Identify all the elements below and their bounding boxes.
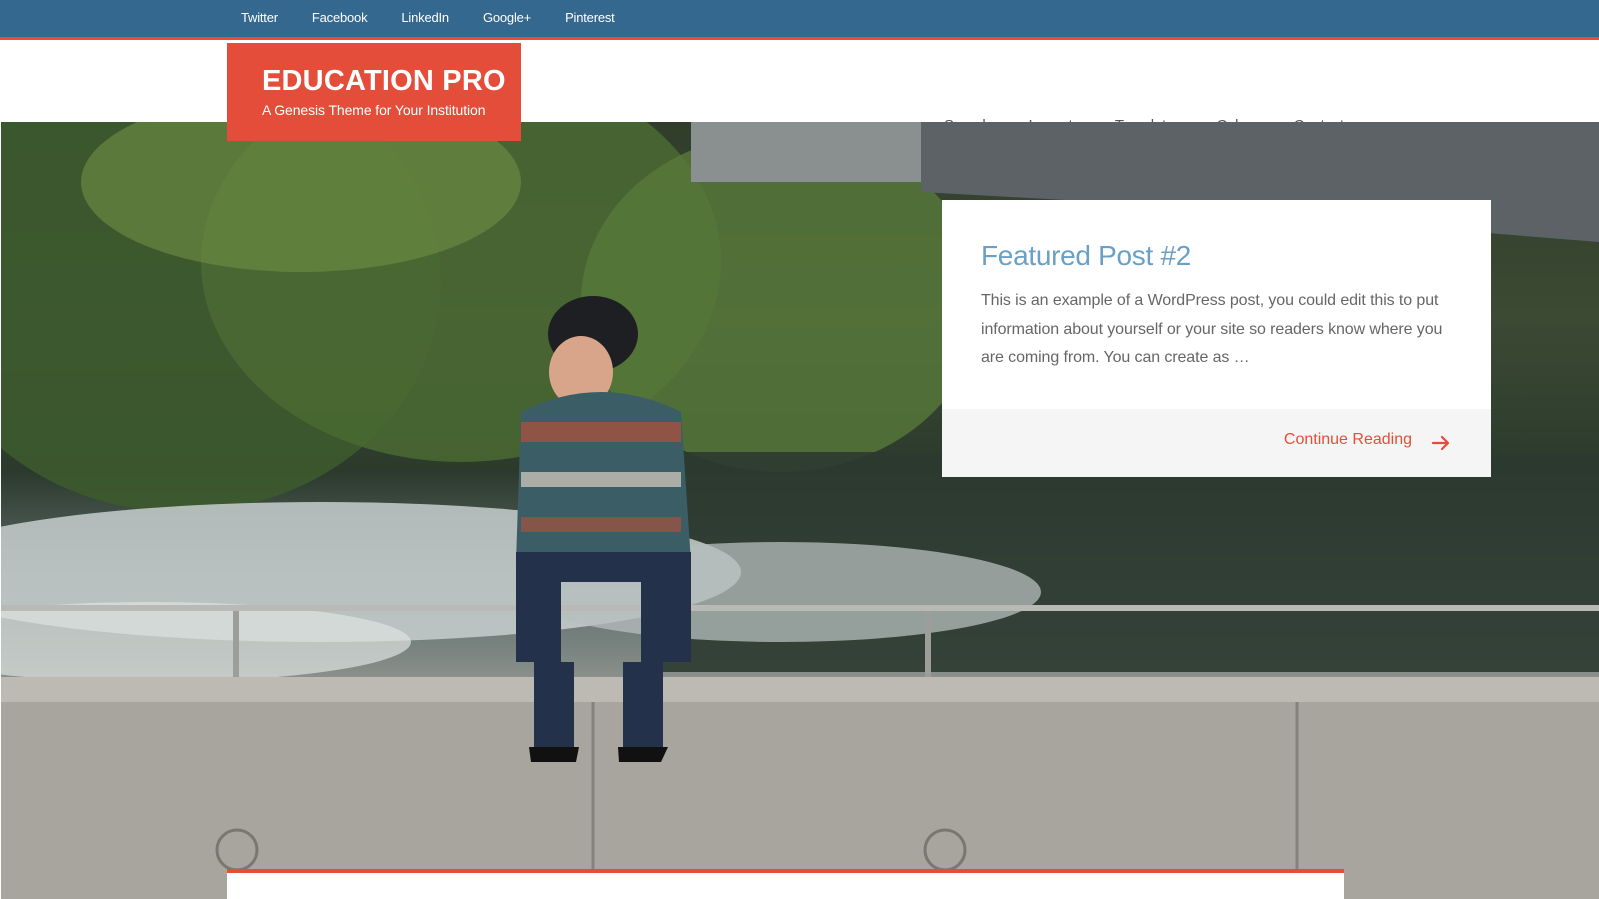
arrow-right-icon[interactable]: [1431, 433, 1451, 453]
social-link-linkedin[interactable]: LinkedIn: [401, 10, 449, 25]
social-link-facebook[interactable]: Facebook: [312, 10, 368, 25]
site-description: A Genesis Theme for Your Institution: [262, 102, 486, 118]
site-logo[interactable]: EDUCATION PRO A Genesis Theme for Your I…: [227, 43, 521, 141]
featured-post-card: Featured Post #2 This is an example of a…: [942, 200, 1491, 477]
site-title: EDUCATION PRO: [262, 65, 506, 97]
social-link-twitter[interactable]: Twitter: [241, 10, 278, 25]
featured-post-body: Featured Post #2 This is an example of a…: [942, 200, 1491, 409]
featured-post-footer: Continue Reading: [942, 409, 1491, 477]
content-area-top-edge: [227, 869, 1344, 899]
social-link-pinterest[interactable]: Pinterest: [565, 10, 615, 25]
continue-reading-link[interactable]: Continue Reading: [1284, 431, 1412, 449]
social-nav: Twitter Facebook LinkedIn Google+ Pinter…: [241, 0, 649, 34]
top-social-bar: Twitter Facebook LinkedIn Google+ Pinter…: [0, 0, 1599, 40]
featured-post-title[interactable]: Featured Post #2: [981, 240, 1191, 271]
featured-post-excerpt: This is an example of a WordPress post, …: [981, 292, 1443, 366]
social-link-googleplus[interactable]: Google+: [483, 10, 531, 25]
